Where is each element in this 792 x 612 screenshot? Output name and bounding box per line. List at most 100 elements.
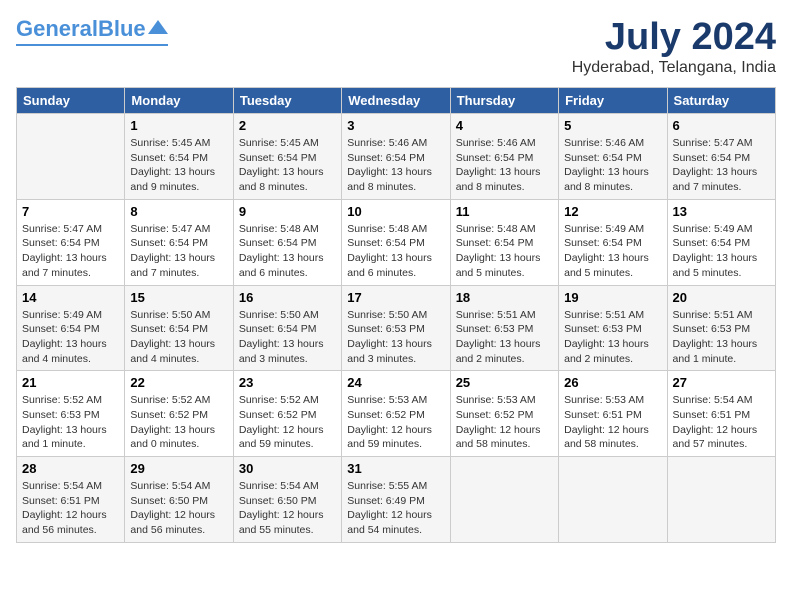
day-cell: 10 Sunrise: 5:48 AMSunset: 6:54 PMDayligh… — [342, 199, 450, 285]
day-number: 4 — [456, 118, 553, 133]
day-info: Sunrise: 5:55 AMSunset: 6:49 PMDaylight:… — [347, 479, 444, 538]
day-info: Sunrise: 5:52 AMSunset: 6:52 PMDaylight:… — [130, 393, 227, 452]
day-info: Sunrise: 5:53 AMSunset: 6:52 PMDaylight:… — [347, 393, 444, 452]
day-cell: 26 Sunrise: 5:53 AMSunset: 6:51 PMDayligh… — [559, 371, 667, 457]
day-info: Sunrise: 5:52 AMSunset: 6:52 PMDaylight:… — [239, 393, 336, 452]
day-info: Sunrise: 5:49 AMSunset: 6:54 PMDaylight:… — [673, 222, 770, 281]
day-info: Sunrise: 5:50 AMSunset: 6:53 PMDaylight:… — [347, 308, 444, 367]
week-row-4: 21 Sunrise: 5:52 AMSunset: 6:53 PMDayligh… — [17, 371, 776, 457]
day-cell: 24 Sunrise: 5:53 AMSunset: 6:52 PMDayligh… — [342, 371, 450, 457]
day-info: Sunrise: 5:46 AMSunset: 6:54 PMDaylight:… — [347, 136, 444, 195]
day-cell: 25Sunrise: 5:53 AMSunset: 6:52 PMDayligh… — [450, 371, 558, 457]
day-number: 17 — [347, 290, 444, 305]
col-header-tuesday: Tuesday — [233, 88, 341, 114]
week-row-3: 14 Sunrise: 5:49 AMSunset: 6:54 PMDayligh… — [17, 285, 776, 371]
day-cell: 15Sunrise: 5:50 AMSunset: 6:54 PMDayligh… — [125, 285, 233, 371]
day-cell: 29 Sunrise: 5:54 AMSunset: 6:50 PMDayligh… — [125, 457, 233, 543]
day-info: Sunrise: 5:48 AMSunset: 6:54 PMDaylight:… — [347, 222, 444, 281]
day-info: Sunrise: 5:45 AMSunset: 6:54 PMDaylight:… — [239, 136, 336, 195]
day-number: 16 — [239, 290, 336, 305]
col-header-friday: Friday — [559, 88, 667, 114]
day-cell: 16 Sunrise: 5:50 AMSunset: 6:54 PMDayligh… — [233, 285, 341, 371]
day-cell: 19 Sunrise: 5:51 AMSunset: 6:53 PMDayligh… — [559, 285, 667, 371]
day-number: 19 — [564, 290, 661, 305]
day-cell: 17 Sunrise: 5:50 AMSunset: 6:53 PMDayligh… — [342, 285, 450, 371]
day-info: Sunrise: 5:54 AMSunset: 6:50 PMDaylight:… — [130, 479, 227, 538]
day-info: Sunrise: 5:47 AMSunset: 6:54 PMDaylight:… — [130, 222, 227, 281]
day-cell: 7Sunrise: 5:47 AMSunset: 6:54 PMDaylight… — [17, 199, 125, 285]
day-number: 24 — [347, 375, 444, 390]
day-number: 15 — [130, 290, 227, 305]
day-cell: 28Sunrise: 5:54 AMSunset: 6:51 PMDayligh… — [17, 457, 125, 543]
day-cell: 13Sunrise: 5:49 AMSunset: 6:54 PMDayligh… — [667, 199, 775, 285]
day-cell: 12 Sunrise: 5:49 AMSunset: 6:54 PMDayligh… — [559, 199, 667, 285]
day-number: 20 — [673, 290, 770, 305]
day-info: Sunrise: 5:48 AMSunset: 6:54 PMDaylight:… — [239, 222, 336, 281]
month-title: July 2024 — [572, 16, 776, 59]
day-info: Sunrise: 5:50 AMSunset: 6:54 PMDaylight:… — [239, 308, 336, 367]
day-info: Sunrise: 5:49 AMSunset: 6:54 PMDaylight:… — [22, 308, 119, 367]
day-number: 11 — [456, 204, 553, 219]
day-cell: 30 Sunrise: 5:54 AMSunset: 6:50 PMDayligh… — [233, 457, 341, 543]
day-number: 31 — [347, 461, 444, 476]
day-info: Sunrise: 5:46 AMSunset: 6:54 PMDaylight:… — [456, 136, 553, 195]
logo: GeneralBlue — [16, 16, 168, 46]
day-cell: 2Sunrise: 5:45 AMSunset: 6:54 PMDaylight… — [233, 114, 341, 200]
day-info: Sunrise: 5:51 AMSunset: 6:53 PMDaylight:… — [456, 308, 553, 367]
day-number: 10 — [347, 204, 444, 219]
day-cell: 9 Sunrise: 5:48 AMSunset: 6:54 PMDaylight… — [233, 199, 341, 285]
day-info: Sunrise: 5:45 AMSunset: 6:54 PMDaylight:… — [130, 136, 227, 195]
day-info: Sunrise: 5:47 AMSunset: 6:54 PMDaylight:… — [673, 136, 770, 195]
location-title: Hyderabad, Telangana, India — [572, 59, 776, 77]
day-info: Sunrise: 5:49 AMSunset: 6:54 PMDaylight:… — [564, 222, 661, 281]
calendar-header-row: SundayMondayTuesdayWednesdayThursdayFrid… — [17, 88, 776, 114]
day-number: 7 — [22, 204, 119, 219]
day-cell: 5 Sunrise: 5:46 AMSunset: 6:54 PMDaylight… — [559, 114, 667, 200]
day-cell — [450, 457, 558, 543]
day-info: Sunrise: 5:46 AMSunset: 6:54 PMDaylight:… — [564, 136, 661, 195]
day-number: 12 — [564, 204, 661, 219]
day-number: 26 — [564, 375, 661, 390]
day-info: Sunrise: 5:53 AMSunset: 6:52 PMDaylight:… — [456, 393, 553, 452]
day-info: Sunrise: 5:54 AMSunset: 6:51 PMDaylight:… — [673, 393, 770, 452]
day-number: 30 — [239, 461, 336, 476]
logo-text: GeneralBlue — [16, 16, 146, 42]
day-cell: 20 Sunrise: 5:51 AMSunset: 6:53 PMDayligh… — [667, 285, 775, 371]
week-row-5: 28Sunrise: 5:54 AMSunset: 6:51 PMDayligh… — [17, 457, 776, 543]
day-cell: 1 Sunrise: 5:45 AMSunset: 6:54 PMDaylight… — [125, 114, 233, 200]
day-cell — [17, 114, 125, 200]
day-number: 6 — [673, 118, 770, 133]
col-header-monday: Monday — [125, 88, 233, 114]
day-cell: 3 Sunrise: 5:46 AMSunset: 6:54 PMDaylight… — [342, 114, 450, 200]
day-info: Sunrise: 5:48 AMSunset: 6:54 PMDaylight:… — [456, 222, 553, 281]
day-cell: 27Sunrise: 5:54 AMSunset: 6:51 PMDayligh… — [667, 371, 775, 457]
day-number: 9 — [239, 204, 336, 219]
day-info: Sunrise: 5:54 AMSunset: 6:50 PMDaylight:… — [239, 479, 336, 538]
day-info: Sunrise: 5:51 AMSunset: 6:53 PMDaylight:… — [673, 308, 770, 367]
day-number: 22 — [130, 375, 227, 390]
day-cell: 22 Sunrise: 5:52 AMSunset: 6:52 PMDayligh… — [125, 371, 233, 457]
day-info: Sunrise: 5:52 AMSunset: 6:53 PMDaylight:… — [22, 393, 119, 452]
col-header-wednesday: Wednesday — [342, 88, 450, 114]
day-number: 8 — [130, 204, 227, 219]
day-number: 18 — [456, 290, 553, 305]
day-number: 1 — [130, 118, 227, 133]
day-number: 21 — [22, 375, 119, 390]
day-cell: 6 Sunrise: 5:47 AMSunset: 6:54 PMDaylight… — [667, 114, 775, 200]
day-cell: 8 Sunrise: 5:47 AMSunset: 6:54 PMDaylight… — [125, 199, 233, 285]
title-block: July 2024 Hyderabad, Telangana, India — [572, 16, 776, 77]
week-row-2: 7 Sunrise: 5:47 AMSunset: 6:54 PMDaylight… — [17, 199, 776, 285]
day-cell: 4 Sunrise: 5:46 AMSunset: 6:54 PMDaylight… — [450, 114, 558, 200]
day-number: 29 — [130, 461, 227, 476]
calendar-table: SundayMondayTuesdayWednesdayThursdayFrid… — [16, 87, 776, 543]
day-info: Sunrise: 5:53 AMSunset: 6:51 PMDaylight:… — [564, 393, 661, 452]
week-row-1: 1 Sunrise: 5:45 AMSunset: 6:54 PMDaylight… — [17, 114, 776, 200]
day-cell: 18 Sunrise: 5:51 AMSunset: 6:53 PMDayligh… — [450, 285, 558, 371]
day-number: 5 — [564, 118, 661, 133]
day-number: 23 — [239, 375, 336, 390]
day-cell: 14 Sunrise: 5:49 AMSunset: 6:54 PMDayligh… — [17, 285, 125, 371]
day-number: 3 — [347, 118, 444, 133]
page-header: GeneralBlue July 2024 Hyderabad, Telanga… — [16, 16, 776, 77]
day-info: Sunrise: 5:51 AMSunset: 6:53 PMDaylight:… — [564, 308, 661, 367]
day-number: 14 — [22, 290, 119, 305]
